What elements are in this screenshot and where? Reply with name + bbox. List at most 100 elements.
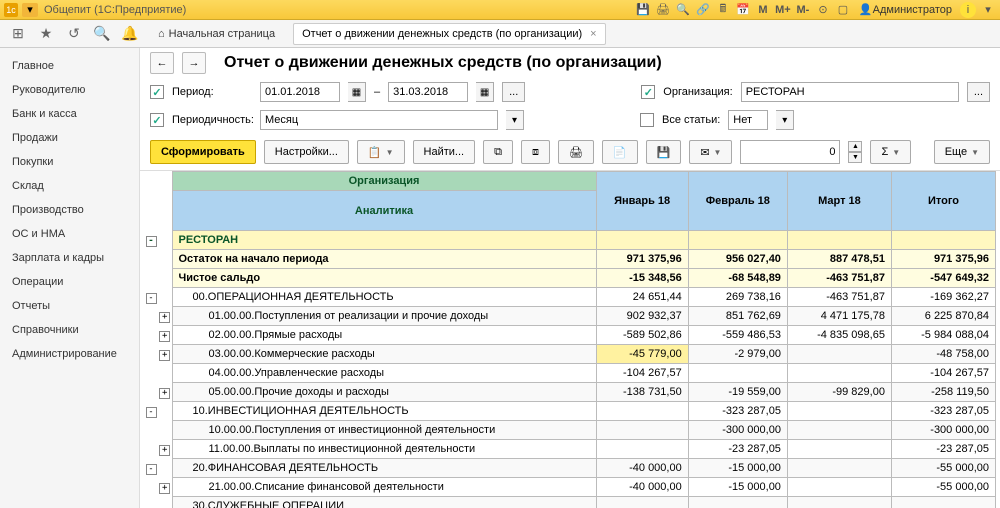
home-link[interactable]: ⌂ Начальная страница [148, 24, 285, 44]
calendar-icon[interactable]: 📅 [735, 2, 751, 18]
sidebar-item-7[interactable]: ОС и НМА [0, 222, 139, 246]
expand-icon[interactable]: + [159, 388, 170, 399]
calendar-to-icon[interactable]: ▦ [476, 82, 494, 102]
search-nav-icon[interactable]: 🔍 [92, 24, 112, 44]
cell: -463 751,87 [787, 288, 891, 307]
sidebar-item-8[interactable]: Зарплата и кадры [0, 246, 139, 270]
user-label[interactable]: 👤 Администратор [855, 3, 956, 16]
expand-icon[interactable]: + [159, 483, 170, 494]
sidebar-item-11[interactable]: Справочники [0, 318, 139, 342]
search-icon[interactable]: 🔍 [675, 2, 691, 18]
period-checkbox[interactable]: ✓ [150, 85, 164, 99]
calc-icon[interactable]: 🖩 [715, 2, 731, 18]
save-icon[interactable]: 💾 [635, 2, 651, 18]
m-icon[interactable]: M [755, 2, 771, 18]
date-to-input[interactable] [388, 82, 468, 102]
collapse-icon[interactable]: - [146, 464, 157, 475]
app-menu-dropdown[interactable]: ▾ [22, 3, 38, 17]
row-label: 21.00.00.Списание финансовой деятельност… [172, 478, 596, 497]
all-articles-dd-icon[interactable]: ▾ [776, 110, 794, 130]
cell: -23 287,05 [688, 440, 787, 459]
expand-icon[interactable]: + [159, 331, 170, 342]
settings-button[interactable]: Настройки... [264, 140, 349, 164]
cell: -19 559,00 [688, 383, 787, 402]
cell: -15 000,00 [688, 478, 787, 497]
cell: 24 651,44 [596, 288, 688, 307]
all-articles-checkbox[interactable]: ✓ [640, 113, 654, 127]
tab-report[interactable]: Отчет о движении денежных средств (по ор… [293, 23, 606, 45]
more-button[interactable]: Еще ▼ [934, 140, 990, 164]
apps-icon[interactable]: ⊞ [8, 24, 28, 44]
org-input[interactable] [741, 82, 959, 102]
favorite-icon[interactable]: ★ [36, 24, 56, 44]
sum-button[interactable]: Σ ▼ [870, 140, 911, 164]
m-minus-icon[interactable]: M- [795, 2, 811, 18]
zero-input[interactable] [740, 140, 840, 164]
back-button[interactable]: ← [150, 52, 174, 74]
expand-button[interactable]: ⧉ [483, 140, 513, 164]
generate-button[interactable]: Сформировать [150, 140, 256, 164]
date-from-input[interactable] [260, 82, 340, 102]
expand-icon[interactable]: + [159, 350, 170, 361]
col-total: Итого [891, 172, 995, 231]
row-label: 10.00.00.Поступления от инвестиционной д… [172, 421, 596, 440]
title-bar: 1c ▾ Общепит (1С:Предприятие) 💾 🖨 🔍 🔗 🖩 … [0, 0, 1000, 20]
info-icon[interactable]: i [960, 2, 976, 18]
periodicity-dd-icon[interactable]: ▾ [506, 110, 524, 130]
spinner[interactable]: ▲▼ [848, 141, 862, 163]
org-picker-button[interactable]: ... [967, 82, 990, 102]
print-icon[interactable]: 🖨 [655, 2, 671, 18]
expand-icon[interactable]: + [159, 445, 170, 456]
org-checkbox[interactable]: ✓ [641, 85, 655, 99]
sidebar-item-12[interactable]: Администрирование [0, 342, 139, 366]
mail-button[interactable]: ✉ ▼ [689, 140, 732, 164]
save2-button[interactable]: 💾 [646, 140, 682, 164]
back-icon[interactable]: ⊙ [815, 2, 831, 18]
collapse-org-icon[interactable]: - [146, 236, 157, 247]
window-title: Общепит (1С:Предприятие) [44, 4, 186, 16]
calendar-from-icon[interactable]: ▦ [348, 82, 366, 102]
sidebar-item-3[interactable]: Продажи [0, 126, 139, 150]
periodicity-input[interactable] [260, 110, 498, 130]
all-articles-input[interactable] [728, 110, 768, 130]
tab-label: Отчет о движении денежных средств (по ор… [302, 28, 582, 40]
m-plus-icon[interactable]: M+ [775, 2, 791, 18]
sidebar-item-9[interactable]: Операции [0, 270, 139, 294]
cell [787, 440, 891, 459]
preview-button[interactable]: 📄 [602, 140, 638, 164]
period-picker-button[interactable]: ... [502, 82, 525, 102]
sidebar-item-2[interactable]: Банк и касса [0, 102, 139, 126]
table-row: Чистое сальдо-15 348,56-68 548,89-463 75… [144, 269, 996, 288]
row-label: 30.СЛУЖЕБНЫЕ ОПЕРАЦИИ [172, 497, 596, 508]
variants-button[interactable]: 📋 ▼ [357, 140, 405, 164]
print-button[interactable]: 🖨 [558, 140, 594, 164]
expand-icon[interactable]: + [159, 312, 170, 323]
cell [891, 497, 995, 508]
sidebar-item-5[interactable]: Склад [0, 174, 139, 198]
find-button[interactable]: Найти... [413, 140, 476, 164]
cell: 902 932,37 [596, 307, 688, 326]
collapse-button[interactable]: ⧈ [521, 140, 550, 164]
cell: 851 762,69 [688, 307, 787, 326]
history-icon[interactable]: ↺ [64, 24, 84, 44]
row-label: 11.00.00.Выплаты по инвестиционной деяте… [172, 440, 596, 459]
link-icon[interactable]: 🔗 [695, 2, 711, 18]
cell [787, 478, 891, 497]
sidebar-item-1[interactable]: Руководителю [0, 78, 139, 102]
collapse-icon[interactable]: - [146, 293, 157, 304]
sidebar-item-4[interactable]: Покупки [0, 150, 139, 174]
row-label: Чистое сальдо [172, 269, 596, 288]
sidebar-item-10[interactable]: Отчеты [0, 294, 139, 318]
period-label: Период: [172, 86, 252, 98]
sidebar-item-6[interactable]: Производство [0, 198, 139, 222]
sidebar-item-0[interactable]: Главное [0, 54, 139, 78]
table-row: 04.00.00.Управленческие расходы-104 267,… [144, 364, 996, 383]
bell-icon[interactable]: 🔔 [120, 24, 140, 44]
dropdown-icon[interactable]: ▾ [980, 2, 996, 18]
collapse-icon[interactable]: - [146, 407, 157, 418]
periodicity-checkbox[interactable]: ✓ [150, 113, 164, 127]
window-icon[interactable]: ▢ [835, 2, 851, 18]
close-icon[interactable]: × [590, 28, 596, 40]
forward-button[interactable]: → [182, 52, 206, 74]
row-label: 03.00.00.Коммерческие расходы [172, 345, 596, 364]
